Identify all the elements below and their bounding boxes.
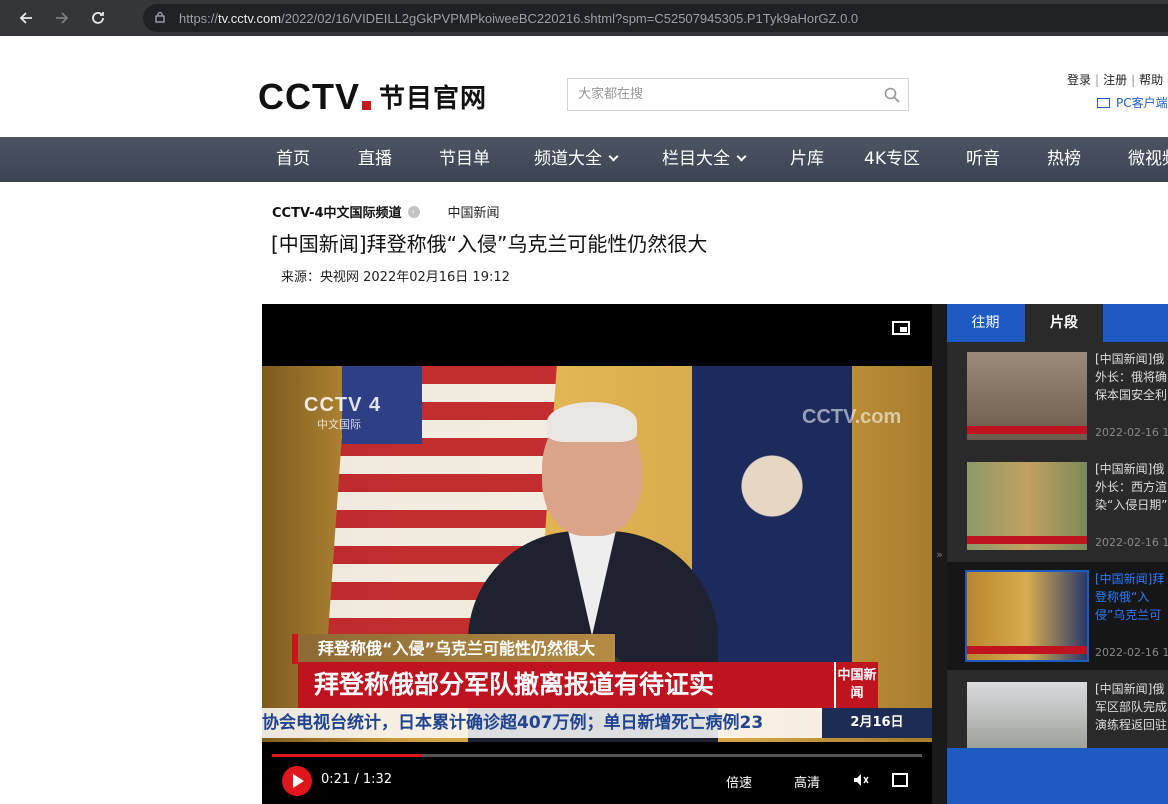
page-title: [中国新闻]拜登称俄“入侵”乌克兰可能性仍然很大 [271,232,708,256]
quality-button[interactable]: 高清 [794,772,820,791]
search-icon[interactable] [876,79,908,110]
clip-thumbnail [967,462,1087,550]
register-link[interactable]: 注册 [1103,73,1127,87]
tab-past[interactable]: 往期 [947,304,1024,342]
nav-label: 4K专区 [864,149,920,169]
time-readout: 0:21 / 1:32 [321,772,393,787]
clip-panel: 往期 片段 [中国新闻]俄外长：俄将确保本国安全利益，呼吁西方认清形势与西方继续… [947,304,1168,804]
clip-item[interactable]: [中国新闻]俄外长：俄将确保本国安全利益，呼吁西方认清形势与西方继续 2022-… [947,342,1168,450]
speed-button[interactable]: 倍速 [726,772,752,791]
user-links: 登录 | 注册 | 帮助 [1067,71,1163,88]
watermark: CCTV.com [802,406,902,428]
clip-title: [中国新闻]拜登称俄“入侵”乌克兰可能性仍然很大 [1095,572,1165,622]
nav-item-columns[interactable]: 栏目大全 [662,137,747,182]
nav-label: 热榜 [1047,149,1081,169]
panel-tabs: 往期 片段 [947,304,1168,342]
site-header: CCTV 节目官网 登录|注册|帮助 PC客户端 [0,36,1168,137]
channel-line: CCTV-4中文国际频道 › 中国新闻 [272,202,500,221]
chevron-down-icon [736,151,747,162]
panel-footer [947,748,1168,804]
nav-label: 节目单 [439,149,490,169]
article-meta: 来源：央视网 2022年02月16日 19:12 [281,270,510,285]
lower-third-headline: 拜登称俄“入侵”乌克兰可能性仍然很大 [292,634,616,664]
play-button[interactable] [282,766,312,796]
main-nav: 首页 直播 节目单 频道大全 栏目大全 片库 4K专区 听音 热榜 微视频 [0,137,1168,182]
time-total: 1:32 [362,772,393,787]
clip-thumbnail [967,352,1087,440]
volume-icon[interactable] [853,772,869,786]
news-ticker: 协会电视台统计，日本累计确诊超407万例；单日新增死亡病例23 [262,708,822,738]
collapse-panel-handle[interactable]: » [932,304,947,804]
tab-clips[interactable]: 片段 [1025,304,1103,342]
nav-item-schedule[interactable]: 节目单 [439,137,490,182]
address-bar[interactable]: https://tv.cctv.com/2022/02/16/VIDEILL2g… [143,4,1168,32]
logo-cctv-text: CCTV [258,75,360,117]
progress-bar[interactable] [272,754,922,757]
speaker-hair [547,402,637,442]
reload-icon[interactable] [80,0,116,36]
nav-label: 片库 [790,149,824,169]
cctv-logo[interactable]: CCTV 节目官网 [258,78,487,115]
url-host: tv.cctv.com [218,10,282,26]
nav-item-library[interactable]: 片库 [790,137,824,182]
nav-item-home[interactable]: 首页 [276,137,310,182]
monitor-icon [1097,97,1110,108]
nav-item-4k[interactable]: 4K专区 [864,137,920,182]
thumb-caption-bar [967,536,1087,544]
nav-label: 频道大全 [534,149,602,169]
clip-date: 2022-02-16 1 [1095,426,1168,439]
channel-bug-sub: 中文国际 [317,418,361,431]
nav-label: 栏目大全 [662,149,730,169]
nav-item-audio[interactable]: 听音 [966,137,1000,182]
nav-label: 听音 [966,149,1000,169]
channel-link[interactable]: CCTV-4中文国际频道 [272,202,402,221]
logo-dot [362,101,371,110]
picture-in-picture-icon[interactable] [892,321,910,335]
date-badge: 2月16日 [822,708,932,738]
thumb-caption-bar [967,646,1087,654]
forward-icon[interactable] [44,0,80,36]
fullscreen-icon[interactable] [892,773,908,787]
nav-item-live[interactable]: 直播 [358,137,392,182]
clip-title: [中国新闻]俄外长：俄将确保本国安全利益，呼吁西方认清形势与西方继续 [1095,352,1168,402]
search-input[interactable] [568,79,876,110]
nav-label: 微视频 [1128,149,1168,169]
progress-fill [272,754,422,757]
clip-item[interactable]: [中国新闻]俄外长：西方渲染“入侵日期” 2022-02-16 1 [947,452,1168,560]
video-frame[interactable]: CCTV 4 中文国际 CCTV.com 拜登称俄“入侵”乌克兰可能性仍然很大 … [262,366,932,742]
clip-title: [中国新闻]俄军区部队完成演练程返回驻地 [1095,682,1168,732]
news-badge: 中国新闻 [834,662,878,708]
browser-toolbar: https://tv.cctv.com/2022/02/16/VIDEILL2g… [0,0,1168,36]
chevron-right-icon[interactable]: › [407,205,420,218]
clip-thumbnail [965,570,1089,662]
thumb-caption-bar [967,426,1087,434]
lock-icon [155,11,165,26]
back-icon[interactable] [8,0,44,36]
clip-date: 2022-02-16 1 [1095,536,1168,549]
lower-third-main: 拜登称俄部分军队撤离报道有待证实 [298,662,834,708]
pc-client-link[interactable]: PC客户端 [1097,94,1168,111]
nav-item-microvideo[interactable]: 微视频 [1128,137,1168,182]
clip-date: 2022-02-16 1 [1095,646,1168,659]
column-link[interactable]: 中国新闻 [448,202,500,221]
nav-label: 首页 [276,149,310,169]
separator: | [1095,73,1100,87]
time-current: 0:21 [321,772,351,787]
clip-item-active[interactable]: [中国新闻]拜登称俄“入侵”乌克兰可能性仍然很大 2022-02-16 1 [947,562,1168,670]
channel-bug: CCTV 4 [304,394,382,416]
separator: | [1131,73,1136,87]
search-box [567,78,909,111]
url-prefix: https:// [179,10,219,26]
url-path: /2022/02/16/VIDEILL2gGkPVPMPkoiweeBC2202… [281,10,859,26]
chevron-down-icon [608,151,619,162]
nav-label: 直播 [358,149,392,169]
logo-subtitle: 节目官网 [379,84,488,114]
nav-item-channels[interactable]: 频道大全 [534,137,619,182]
pc-client-label: PC客户端 [1116,96,1168,110]
clip-title: [中国新闻]俄外长：西方渲染“入侵日期” [1095,462,1168,512]
help-link[interactable]: 帮助 [1139,73,1163,87]
login-link[interactable]: 登录 [1067,73,1091,87]
nav-item-hot[interactable]: 热榜 [1047,137,1081,182]
video-player[interactable]: CCTV 4 中文国际 CCTV.com 拜登称俄“入侵”乌克兰可能性仍然很大 … [262,304,932,804]
